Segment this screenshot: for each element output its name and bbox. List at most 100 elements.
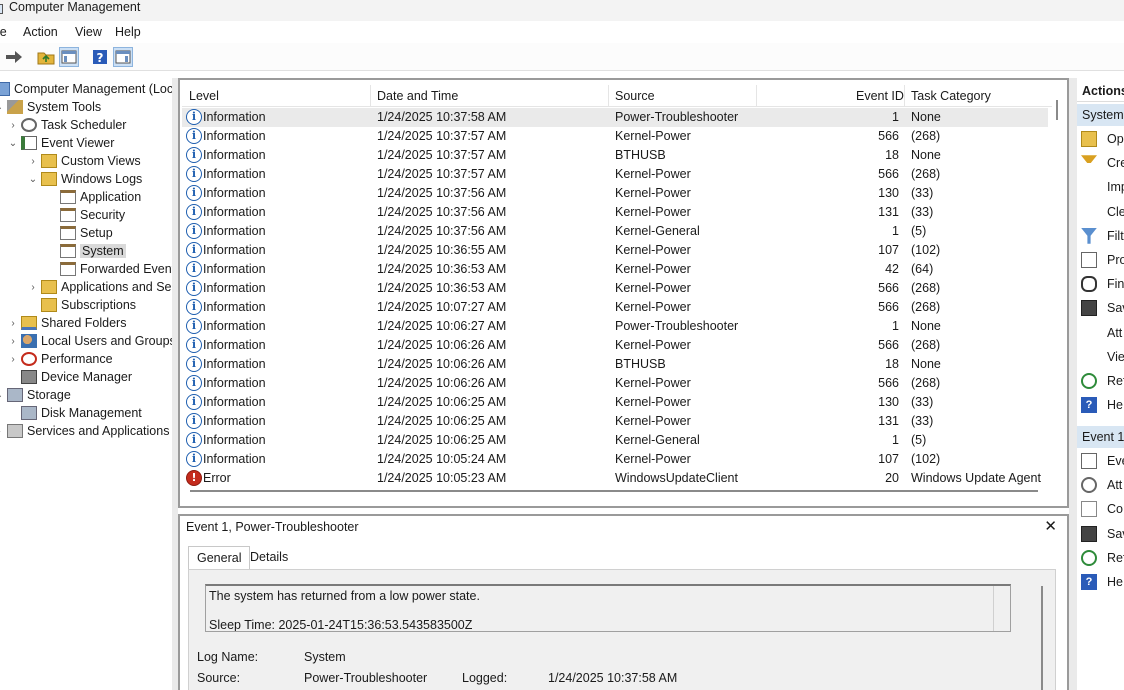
table-row[interactable]: i Information 1/24/2025 10:37:56 AM Kernel-…	[182, 184, 1048, 203]
action-item-items1-2[interactable]: Imp	[1081, 176, 1124, 198]
table-row[interactable]: i Information 1/24/2025 10:37:56 AM Kernel-…	[182, 222, 1048, 241]
show-hide-tree-icon[interactable]	[59, 47, 79, 67]
menu-view[interactable]: View	[75, 25, 102, 39]
column-level[interactable]: Level	[189, 89, 219, 103]
action-item-items2-0[interactable]: Eve	[1081, 450, 1124, 472]
chevron-right-icon[interactable]: ›	[28, 156, 38, 167]
tree-item-shared-folders[interactable]: › Shared Folders	[8, 314, 126, 332]
table-row[interactable]: i Information 1/24/2025 10:37:56 AM Kernel-…	[182, 203, 1048, 222]
action-item-items2-5[interactable]: ? He	[1081, 571, 1124, 593]
chevron-right-icon[interactable]: ›	[0, 426, 4, 437]
column-task-category[interactable]: Task Category	[911, 89, 991, 103]
action-item-items1-4[interactable]: Filt	[1081, 225, 1124, 247]
show-hide-action-pane-icon[interactable]	[113, 47, 133, 67]
table-row[interactable]: i Information 1/24/2025 10:06:26 AM Kernel-…	[182, 374, 1048, 393]
cell-source: Kernel-General	[615, 224, 700, 238]
action-item-items1-0[interactable]: Op	[1081, 128, 1124, 150]
table-row[interactable]: i Information 1/24/2025 10:06:26 AM BTHUSB 1…	[182, 355, 1048, 374]
tree-item-application[interactable]: Application	[47, 188, 141, 206]
tree-item-performance[interactable]: › Performance	[8, 350, 113, 368]
help-icon[interactable]: ?	[90, 47, 110, 67]
table-row[interactable]: i Information 1/24/2025 10:06:26 AM Kernel-…	[182, 336, 1048, 355]
cell-event-id: 1	[892, 110, 899, 124]
menu-help[interactable]: Help	[115, 25, 141, 39]
chevron-down-icon[interactable]: ⌄	[0, 102, 4, 113]
detail-panel-scrollbar[interactable]	[1041, 586, 1043, 690]
information-icon: i	[186, 204, 202, 220]
chevron-down-icon[interactable]: ⌄	[0, 390, 4, 401]
table-row[interactable]: i Information 1/24/2025 10:06:27 AM Power-T…	[182, 317, 1048, 336]
tree-item-custom-views[interactable]: › Custom Views	[28, 152, 141, 170]
cell-source: Kernel-Power	[615, 452, 691, 466]
chevron-right-icon[interactable]: ›	[8, 120, 18, 131]
tree-item-local-users-and-groups[interactable]: › Local Users and Groups	[8, 332, 172, 350]
table-row[interactable]: i Information 1/24/2025 10:37:58 AM Power-T…	[182, 108, 1048, 127]
menu-file[interactable]: le	[0, 25, 7, 39]
tree-item-forwarded-events[interactable]: Forwarded Events	[47, 260, 172, 278]
action-item-items1-7[interactable]: Sav	[1081, 297, 1124, 319]
tree-item-disk-management[interactable]: Disk Management	[8, 404, 142, 422]
computer-icon	[0, 82, 10, 96]
actions-group-system[interactable]: System	[1077, 104, 1124, 126]
action-item-items1-9[interactable]: Vie	[1081, 346, 1124, 368]
table-row[interactable]: i Information 1/24/2025 10:36:53 AM Kernel-…	[182, 279, 1048, 298]
table-row[interactable]: i Information 1/24/2025 10:06:25 AM Kernel-…	[182, 431, 1048, 450]
table-row[interactable]: i Information 1/24/2025 10:06:25 AM Kernel-…	[182, 393, 1048, 412]
tree-item-event-viewer[interactable]: ⌄ Event Viewer	[8, 134, 114, 152]
action-item-items1-6[interactable]: Fin	[1081, 273, 1124, 295]
table-row[interactable]: i Information 1/24/2025 10:37:57 AM BTHUSB 1…	[182, 146, 1048, 165]
tree-item-computer-management-local[interactable]: Computer Management (Local	[0, 80, 172, 98]
cell-event-id: 20	[885, 471, 899, 485]
table-row[interactable]: i Information 1/24/2025 10:36:55 AM Kernel-…	[182, 241, 1048, 260]
right-splitter[interactable]	[1069, 78, 1077, 690]
tab-details[interactable]: Details	[242, 546, 296, 570]
action-item-items2-3[interactable]: Sav	[1081, 523, 1124, 545]
action-item-items1-8[interactable]: Att	[1081, 322, 1124, 344]
table-row[interactable]: i Information 1/24/2025 10:37:57 AM Kernel-…	[182, 165, 1048, 184]
tree-item-setup[interactable]: Setup	[47, 224, 113, 242]
tree-item-task-scheduler[interactable]: › Task Scheduler	[8, 116, 126, 134]
chevron-down-icon[interactable]: ⌄	[28, 174, 38, 185]
tree-item-applications-and-se[interactable]: › Applications and Se	[28, 278, 172, 296]
up-folder-icon[interactable]	[36, 47, 56, 67]
close-icon[interactable]: ✕	[1044, 517, 1057, 535]
action-item-items1-3[interactable]: Cle	[1081, 201, 1124, 223]
action-item-items1-11[interactable]: ? He	[1081, 394, 1124, 416]
tree-item-services-and-applications[interactable]: › Services and Applications	[0, 422, 169, 440]
forward-arrow-icon[interactable]	[4, 47, 24, 67]
menu-action[interactable]: Action	[23, 25, 58, 39]
action-item-items2-2[interactable]: Co	[1081, 498, 1124, 520]
chevron-right-icon[interactable]: ›	[8, 336, 18, 347]
tree-item-windows-logs[interactable]: ⌄ Windows Logs	[28, 170, 142, 188]
tree-item-subscriptions[interactable]: Subscriptions	[28, 296, 136, 314]
actions-group-event[interactable]: Event 1,	[1077, 426, 1124, 448]
action-item-items1-10[interactable]: Ref	[1081, 370, 1124, 392]
event-list-vertical-scrollbar[interactable]	[1051, 100, 1065, 472]
tree-item-storage[interactable]: ⌄ Storage	[0, 386, 71, 404]
action-item-items1-5[interactable]: Pro	[1081, 249, 1124, 271]
column-date-time[interactable]: Date and Time	[377, 89, 458, 103]
table-row[interactable]: i Information 1/24/2025 10:07:27 AM Kernel-…	[182, 298, 1048, 317]
column-event-id[interactable]: Event ID	[856, 89, 904, 103]
event-message-box[interactable]: The system has returned from a low power…	[205, 584, 1011, 632]
table-row[interactable]: i Information 1/24/2025 10:37:57 AM Kernel-…	[182, 127, 1048, 146]
tree-item-system-tools[interactable]: ⌄ System Tools	[0, 98, 101, 116]
table-row[interactable]: i Information 1/24/2025 10:05:24 AM Kernel-…	[182, 450, 1048, 469]
action-item-items1-1[interactable]: Cre	[1081, 152, 1124, 174]
chevron-right-icon[interactable]: ›	[8, 318, 18, 329]
chevron-right-icon[interactable]: ›	[28, 282, 38, 293]
tree-item-system[interactable]: System	[47, 242, 126, 260]
chevron-right-icon[interactable]: ›	[8, 354, 18, 365]
table-row[interactable]: i Information 1/24/2025 10:06:25 AM Kernel-…	[182, 412, 1048, 431]
table-row[interactable]: i Information 1/24/2025 10:36:53 AM Kernel-…	[182, 260, 1048, 279]
action-item-items2-4[interactable]: Ref	[1081, 547, 1124, 569]
tree-item-device-manager[interactable]: Device Manager	[8, 368, 132, 386]
chevron-down-icon[interactable]: ⌄	[8, 138, 18, 149]
tree-item-security[interactable]: Security	[47, 206, 125, 224]
action-item-items2-1[interactable]: Att	[1081, 474, 1124, 496]
action-label: Pro	[1107, 253, 1124, 267]
table-row[interactable]: ! Error 1/24/2025 10:05:23 AM WindowsUpdate…	[182, 469, 1048, 488]
cell-source: Kernel-Power	[615, 376, 691, 390]
column-source[interactable]: Source	[615, 89, 655, 103]
event-list-horizontal-scrollbar[interactable]	[190, 490, 1038, 492]
